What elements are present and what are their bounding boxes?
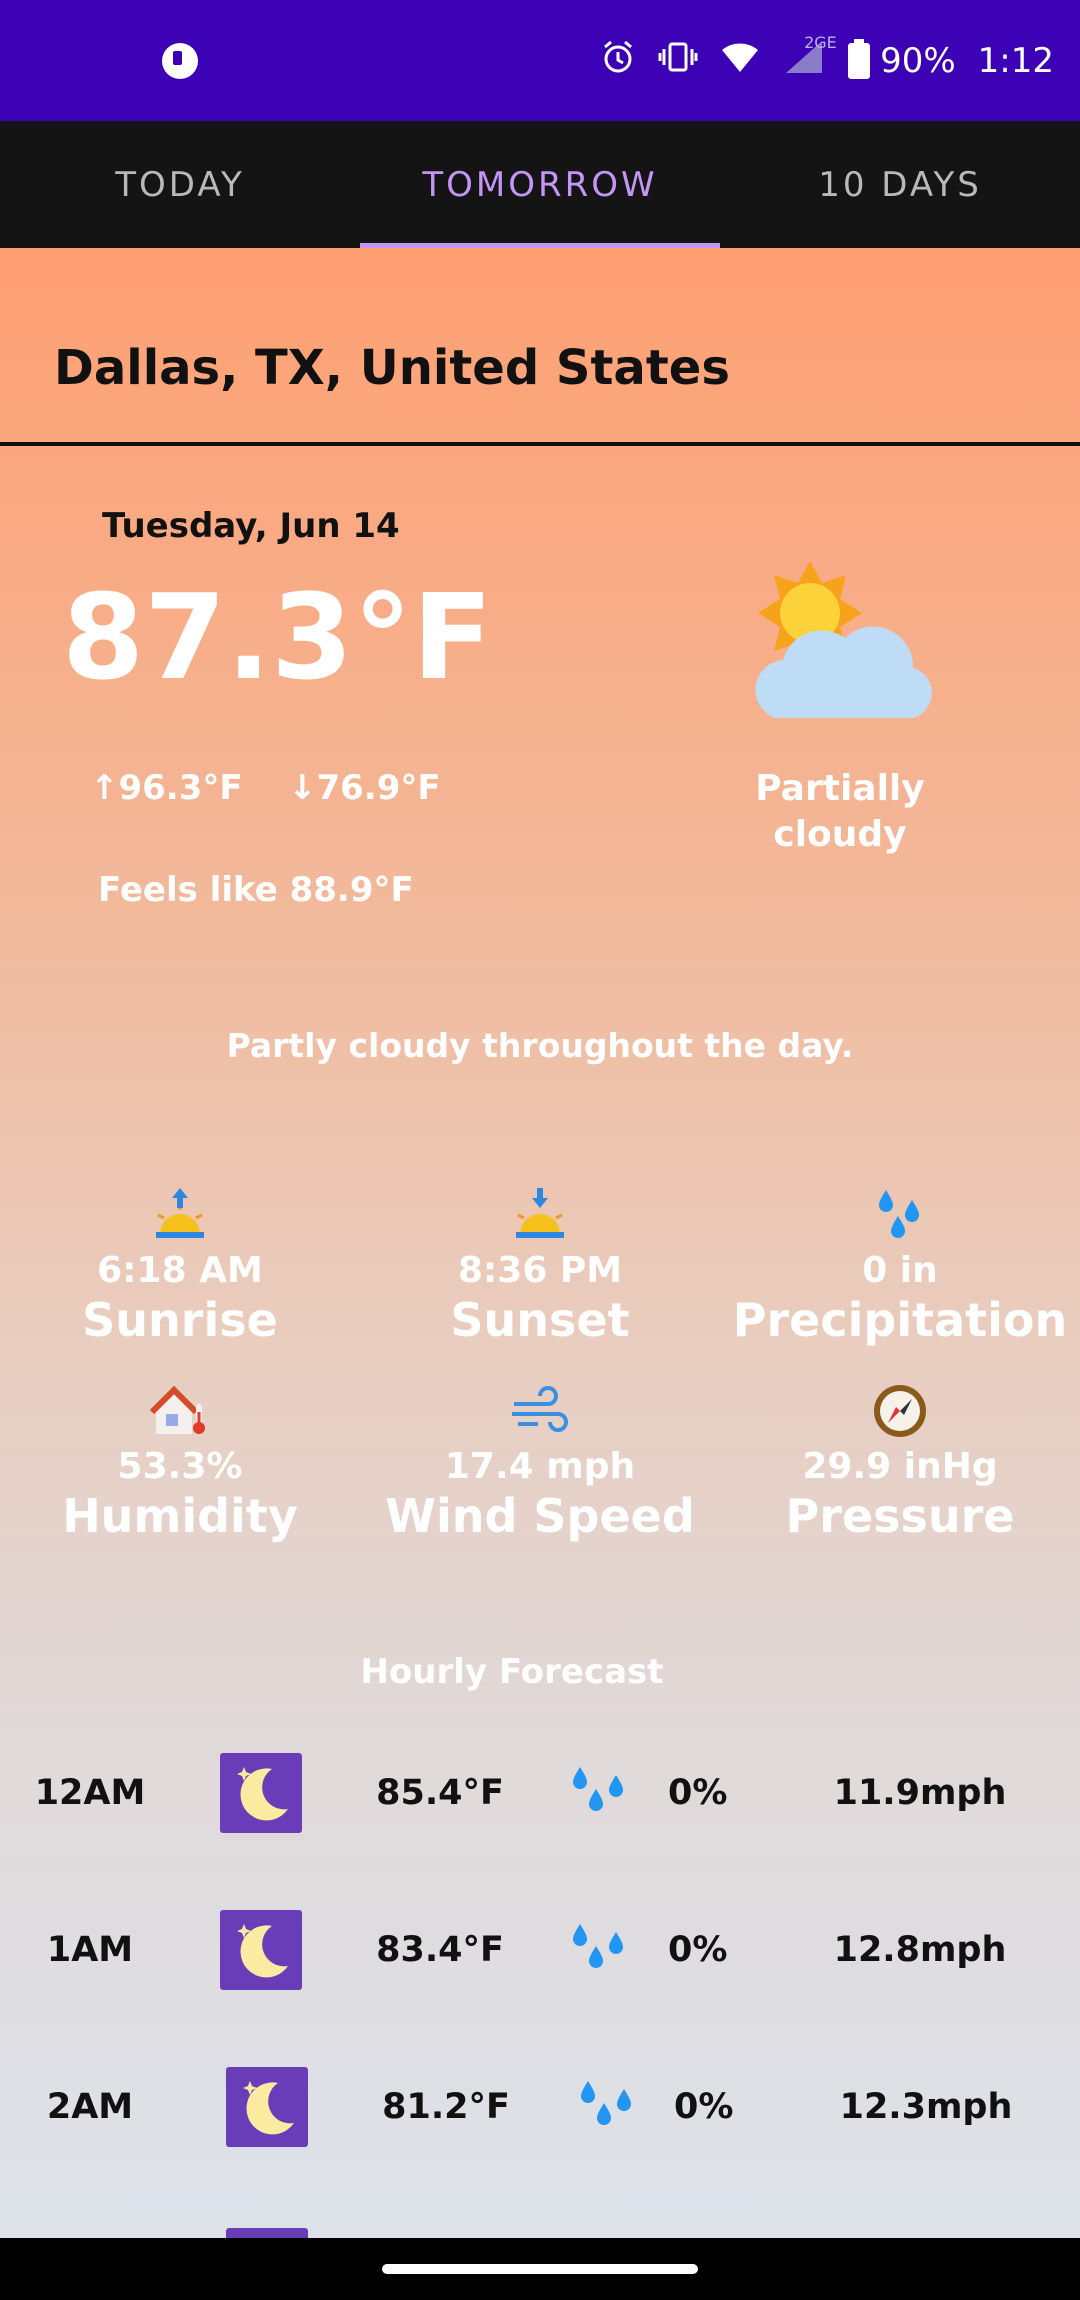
status-icons: 2GE 90% 1:12 (600, 33, 1054, 84)
sunset-value: 8:36 PM (457, 1250, 623, 1291)
feels-like: Feels like 88.9°F (98, 870, 414, 910)
humidity-value: 53.3% (117, 1446, 243, 1487)
stat-sunrise: 6:18 AM Sunrise (0, 1186, 360, 1347)
location-title: Dallas, TX, United States (54, 340, 730, 396)
precipitation-value: 0 in (862, 1250, 938, 1291)
stat-precipitation: 0 in Precipitation (720, 1186, 1080, 1347)
moon-icon (226, 2228, 308, 2238)
wind-speed-label: Wind Speed (385, 1489, 695, 1543)
system-nav-bar (0, 2238, 1080, 2300)
sunset-label: Sunset (450, 1293, 630, 1347)
hour-time: 1AM (46, 1930, 134, 1970)
condition-text: Partially cloudy (755, 768, 925, 855)
vibrate-icon (658, 39, 698, 84)
day-summary: Partly cloudy throughout the day. (226, 1026, 854, 1065)
sunrise-icon (150, 1186, 210, 1244)
forecast-date: Tuesday, Jun 14 (102, 506, 400, 546)
precipitation-label: Precipitation (732, 1293, 1068, 1347)
hour-temperature: 85.4°F (376, 1773, 504, 1813)
pressure-value: 29.9 inHg (802, 1446, 998, 1487)
clock: 1:12 (977, 41, 1054, 81)
hour-temperature: 81.2°F (382, 2087, 510, 2127)
wind-icon (510, 1382, 570, 1440)
house-thermometer-icon (149, 1382, 210, 1440)
raindrops-icon (568, 1748, 638, 1838)
raindrops-icon (576, 2062, 646, 2152)
signal-icon: 2GE (782, 33, 837, 84)
hourly-forecast-title: Hourly Forecast (360, 1652, 664, 1692)
moon-icon (226, 2062, 308, 2152)
raindrops-icon (568, 1905, 638, 1995)
raindrops-icon (870, 1186, 930, 1244)
tab-10-days[interactable]: 10 DAYS (720, 121, 1080, 248)
hour-precipitation: 0% (668, 1773, 728, 1813)
sunrise-label: Sunrise (82, 1293, 278, 1347)
compass-icon (870, 1382, 930, 1440)
low-temperature: ↓76.9°F (288, 768, 441, 808)
tab-bar: TODAY TOMORROW 10 DAYS (0, 121, 1080, 248)
location-header: Dallas, TX, United States (0, 248, 1080, 446)
home-gesture-handle[interactable] (382, 2264, 698, 2274)
alarm-icon (600, 39, 636, 84)
hour-time: 12AM (34, 1773, 146, 1813)
wind-speed-value: 17.4 mph (444, 1446, 636, 1487)
stat-humidity: 53.3% Humidity (0, 1382, 360, 1543)
network-type-label: 2GE (804, 32, 837, 52)
app-notification-icon (162, 43, 198, 79)
partly-cloudy-icon (745, 558, 935, 728)
battery-percent: 90% (880, 41, 956, 81)
tab-today[interactable]: TODAY (0, 121, 360, 248)
stat-sunset: 8:36 PM Sunset (360, 1186, 720, 1347)
wifi-icon (720, 40, 760, 83)
hour-time: 2AM (46, 2087, 134, 2127)
moon-icon (220, 1748, 302, 1838)
sunset-icon (510, 1186, 570, 1244)
hourly-row: 2AM 81.2°F 0% 12.3mph (0, 2062, 1080, 2152)
hour-temperature: 83.4°F (376, 1930, 504, 1970)
pressure-label: Pressure (785, 1489, 1015, 1543)
battery-icon (848, 39, 871, 79)
stat-wind-speed: 17.4 mph Wind Speed (360, 1382, 720, 1543)
humidity-label: Humidity (62, 1489, 298, 1543)
high-temperature: ↑96.3°F (90, 768, 243, 808)
forecast-content[interactable]: Dallas, TX, United States Tuesday, Jun 1… (0, 248, 1080, 2238)
stat-pressure: 29.9 inHg Pressure (720, 1382, 1080, 1543)
hour-precipitation: 0% (668, 1930, 728, 1970)
sunrise-value: 6:18 AM (97, 1250, 263, 1291)
hourly-row: 12AM 85.4°F 0% 11.9mph (0, 1748, 1080, 1838)
tab-tomorrow[interactable]: TOMORROW (360, 121, 720, 248)
hour-precipitation: 0% (674, 2087, 734, 2127)
current-temperature: 87.3°F (62, 568, 493, 706)
hour-wind: 11.9mph (833, 1773, 1007, 1813)
hourly-row: 1AM 83.4°F 0% 12.8mph (0, 1905, 1080, 1995)
moon-icon (220, 1905, 302, 1995)
hour-wind: 12.8mph (833, 1930, 1007, 1970)
status-bar: 2GE 90% 1:12 (0, 0, 1080, 121)
hour-wind: 12.3mph (839, 2087, 1013, 2127)
